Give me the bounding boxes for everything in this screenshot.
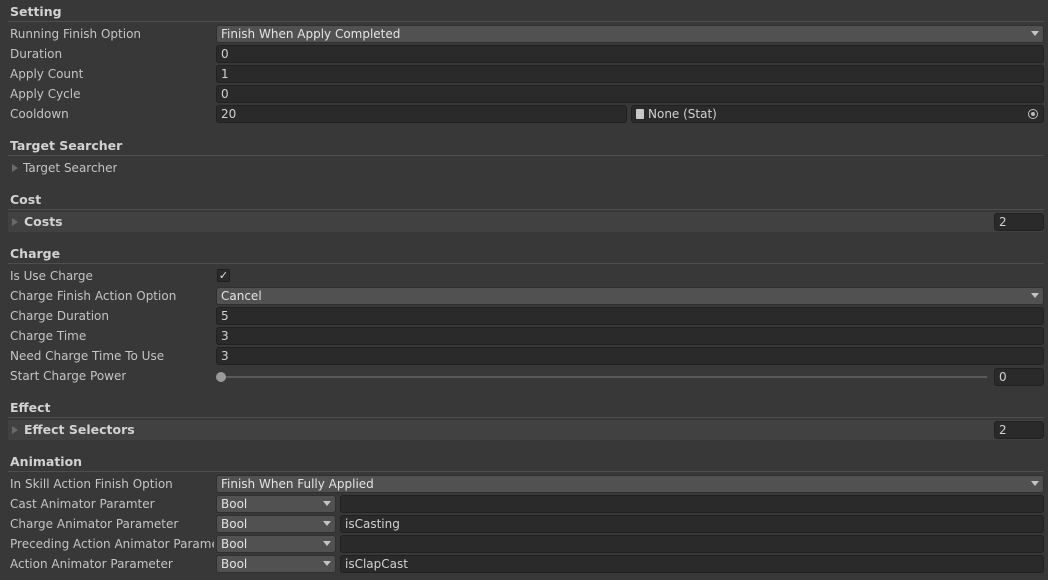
charge-animator-type-dropdown[interactable]: Bool (216, 515, 336, 533)
setting-header: Setting (10, 4, 62, 19)
need-charge-time-to-use-field[interactable]: 3 (216, 347, 1044, 365)
in-skill-action-finish-option-value: Finish When Fully Applied (221, 477, 374, 491)
cooldown-field[interactable]: 20 (216, 105, 627, 123)
charge-animator-parameter-label: Charge Animator Parameter (10, 517, 179, 531)
costs-label: Costs (24, 214, 63, 229)
effect-header: Effect (10, 400, 51, 415)
preceding-action-animator-type-value: Bool (221, 537, 248, 551)
cast-animator-name-field[interactable] (340, 495, 1044, 513)
target-searcher-separator (8, 155, 1044, 156)
running-finish-option-dropdown[interactable]: Finish When Apply Completed (216, 25, 1044, 43)
setting-separator (8, 21, 1044, 22)
apply-count-label: Apply Count (10, 67, 84, 81)
cast-animator-paramter-label: Cast Animator Paramter (10, 497, 155, 511)
preceding-action-animator-name-field[interactable] (340, 535, 1044, 553)
animation-header: Animation (10, 454, 83, 469)
duration-label: Duration (10, 47, 63, 61)
in-skill-action-finish-option-dropdown[interactable]: Finish When Fully Applied (216, 475, 1044, 493)
chevron-down-icon (1031, 31, 1039, 36)
cost-separator (8, 209, 1044, 210)
chevron-down-icon (323, 501, 331, 506)
charge-finish-action-option-label: Charge Finish Action Option (10, 289, 177, 303)
apply-cycle-label: Apply Cycle (10, 87, 81, 101)
effect-separator (8, 417, 1044, 418)
charge-time-field[interactable]: 3 (216, 327, 1044, 345)
foldout-arrow-icon[interactable] (12, 164, 18, 172)
need-charge-time-to-use-label: Need Charge Time To Use (10, 349, 165, 363)
charge-animator-name-field[interactable]: isCasting (340, 515, 1044, 533)
cast-animator-type-value: Bool (221, 497, 248, 511)
preceding-action-animator-type-dropdown[interactable]: Bool (216, 535, 336, 553)
effect-selectors-count-field[interactable]: 2 (994, 421, 1044, 439)
chevron-down-icon (323, 561, 331, 566)
is-use-charge-checkbox[interactable]: ✓ (217, 269, 230, 282)
chevron-down-icon (323, 541, 331, 546)
effect-selectors-label: Effect Selectors (24, 422, 135, 437)
apply-count-field[interactable]: 1 (216, 65, 1044, 83)
cooldown-label: Cooldown (10, 107, 69, 121)
charge-duration-label: Charge Duration (10, 309, 109, 323)
costs-count-field[interactable]: 2 (994, 213, 1044, 231)
preceding-action-animator-parameter-label: Preceding Action Animator Paramete (10, 537, 214, 551)
start-charge-power-field[interactable]: 0 (994, 368, 1044, 386)
action-animator-parameter-label: Action Animator Parameter (10, 557, 173, 571)
cast-animator-type-dropdown[interactable]: Bool (216, 495, 336, 513)
in-skill-action-finish-option-label: In Skill Action Finish Option (10, 477, 173, 491)
chevron-down-icon (323, 521, 331, 526)
apply-cycle-field[interactable]: 0 (216, 85, 1044, 103)
is-use-charge-label: Is Use Charge (10, 269, 93, 283)
running-finish-option-value: Finish When Apply Completed (221, 27, 401, 41)
charge-animator-type-value: Bool (221, 517, 248, 531)
charge-duration-field[interactable]: 5 (216, 307, 1044, 325)
charge-separator (8, 263, 1044, 264)
action-animator-type-dropdown[interactable]: Bool (216, 555, 336, 573)
charge-header: Charge (10, 246, 61, 261)
duration-field[interactable]: 0 (216, 45, 1044, 63)
running-finish-option-label: Running Finish Option (10, 27, 142, 41)
chevron-down-icon (1031, 293, 1039, 298)
foldout-arrow-icon[interactable] (12, 426, 18, 434)
object-picker-icon[interactable] (1028, 109, 1038, 119)
foldout-arrow-icon[interactable] (12, 218, 18, 226)
chevron-down-icon (1031, 481, 1039, 486)
charge-finish-action-option-value: Cancel (221, 289, 262, 303)
cooldown-stat-object-field[interactable]: None (Stat) (631, 105, 1044, 123)
stat-asset-icon (636, 109, 644, 119)
charge-time-label: Charge Time (10, 329, 87, 343)
start-charge-power-slider-track[interactable] (221, 376, 987, 378)
charge-finish-action-option-dropdown[interactable]: Cancel (216, 287, 1044, 305)
target-searcher-foldout[interactable]: Target Searcher (23, 159, 117, 177)
cooldown-stat-value: None (Stat) (648, 107, 717, 121)
action-animator-type-value: Bool (221, 557, 248, 571)
animation-separator (8, 471, 1044, 472)
costs-foldout[interactable]: Costs (8, 212, 1044, 232)
action-animator-name-field[interactable]: isClapCast (340, 555, 1044, 573)
effect-selectors-foldout[interactable]: Effect Selectors (8, 420, 1044, 440)
target-searcher-header: Target Searcher (10, 138, 123, 153)
start-charge-power-label: Start Charge Power (10, 369, 127, 383)
cost-header: Cost (10, 192, 42, 207)
start-charge-power-slider-handle[interactable] (216, 372, 226, 382)
